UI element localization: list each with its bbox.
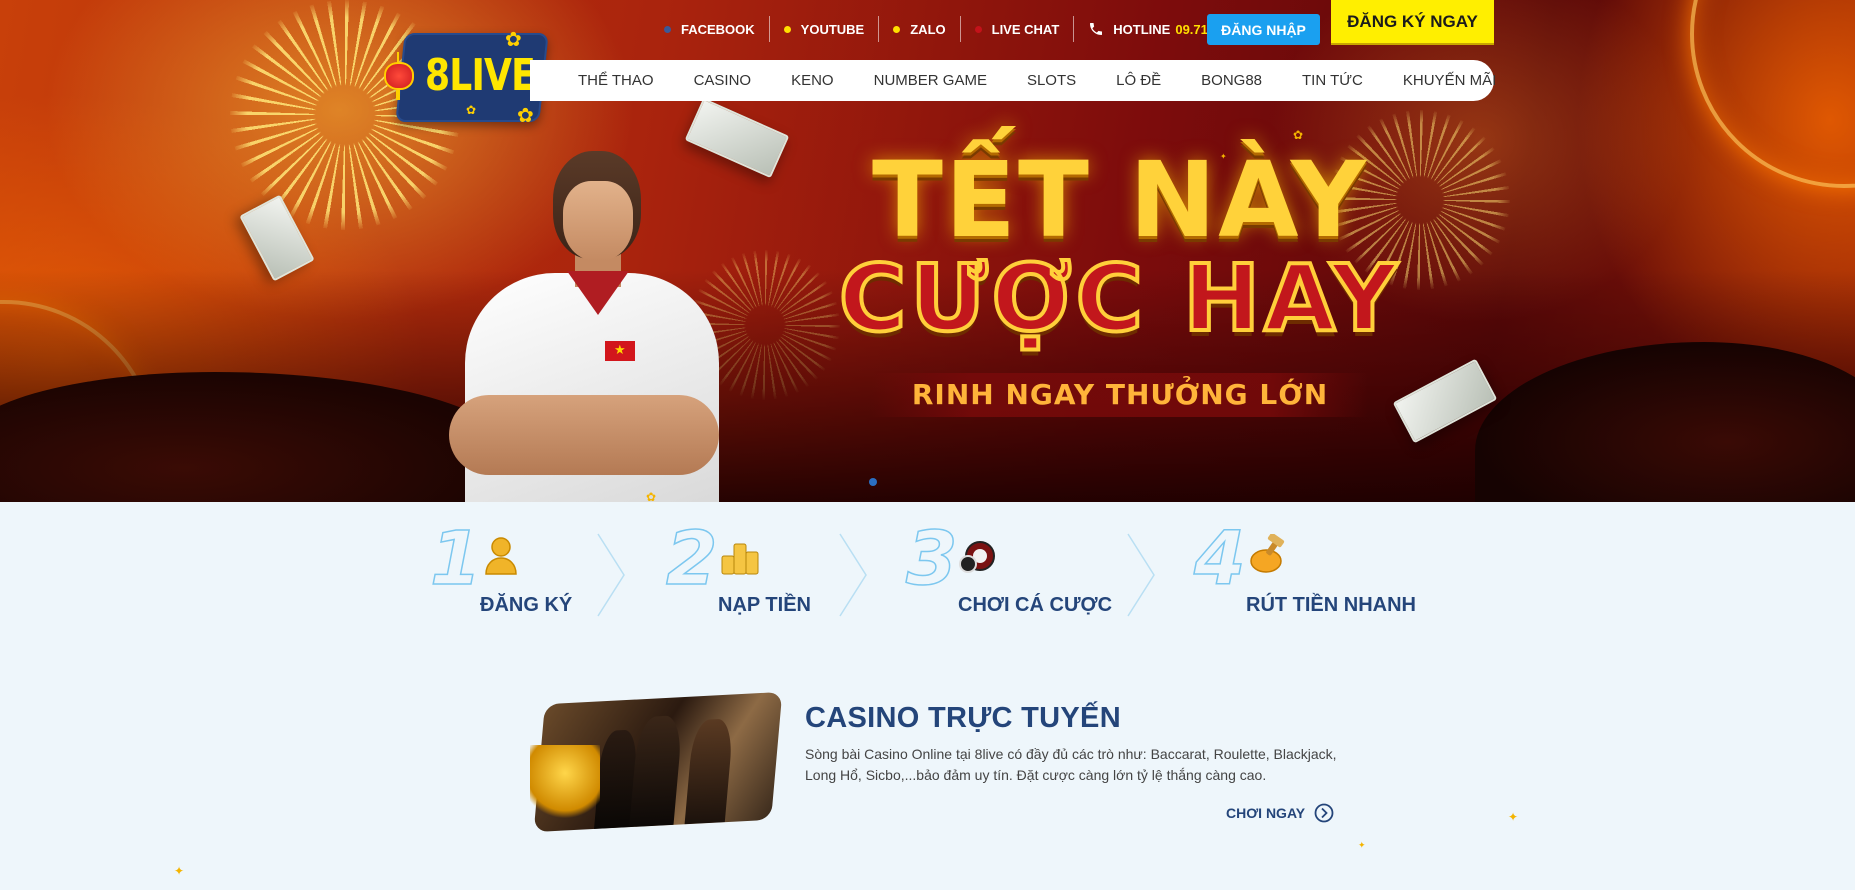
vietnam-flag-icon (605, 341, 635, 361)
lantern-icon (384, 52, 414, 100)
nav-item-tin-tuc[interactable]: TIN TỨC (1302, 72, 1363, 89)
casino-description: Sòng bài Casino Online tại 8live có đầy … (805, 746, 1337, 783)
zalo-dot-icon (893, 25, 901, 33)
facebook-dot-icon (664, 25, 671, 33)
nav-item-khuyen-mai[interactable]: KHUYẾN MÃI (1403, 72, 1496, 89)
chevron-right-icon (1127, 533, 1155, 617)
live-chat-dot-icon (974, 25, 982, 33)
youtube-dot-icon (783, 25, 791, 33)
nav-item-number-game[interactable]: NUMBER GAME (874, 72, 987, 89)
nav-item-slots[interactable]: SLOTS (1027, 72, 1076, 89)
nav-item-keno[interactable]: KENO (791, 72, 834, 89)
user-icon (485, 537, 517, 575)
play-now-link[interactable]: CHƠI NGAY (1226, 803, 1334, 823)
phone-icon (1090, 23, 1103, 35)
nav-item-casino[interactable]: CASINO (694, 72, 752, 89)
live-chat-link[interactable]: LIVE CHAT (959, 16, 1074, 42)
step-label: RÚT TIỀN NHANH (1246, 594, 1416, 616)
zalo-link[interactable]: ZALO (878, 16, 959, 42)
register-button[interactable]: ĐĂNG KÝ NGAY (1331, 0, 1494, 43)
hotline-label: HOTLINE (1113, 21, 1171, 37)
sparkle-decoration: ✿ (1293, 128, 1304, 142)
arrow-right-circle-icon (1314, 803, 1334, 823)
blossom-icon: ✿ (466, 103, 477, 117)
piggy-bank-icon (1250, 534, 1285, 573)
casino-chips-icon (959, 541, 995, 573)
step-withdraw[interactable]: 4 RÚT TIỀN NHANH (1193, 515, 1430, 630)
promo-line-1: TẾT NÀY (871, 139, 1368, 261)
nav-item-the-thao[interactable]: THỂ THAO (578, 72, 654, 89)
step-label: CHƠI CÁ CƯỢC (958, 594, 1113, 616)
slider-dot[interactable] (869, 478, 877, 486)
step-label: NẠP TIỀN (718, 594, 811, 616)
step-register[interactable]: 1 ĐĂNG KÝ (429, 515, 590, 630)
casino-title: CASINO TRỰC TUYẾN (805, 702, 1121, 734)
gold-tree-decoration (530, 745, 600, 825)
fire-ring-decoration (1690, 0, 1855, 188)
logo[interactable]: 8LIVE (425, 50, 536, 101)
nav-item-lo-de[interactable]: LÔ ĐỀ (1116, 72, 1161, 89)
chevron-right-icon (597, 533, 625, 617)
login-button[interactable]: ĐĂNG NHẬP (1207, 14, 1320, 45)
step-label: ĐĂNG KÝ (480, 594, 573, 616)
step-number: 3 (905, 515, 958, 603)
play-now-label: CHƠI NGAY (1226, 805, 1306, 821)
main-nav: THỂ THAO CASINO KENO NUMBER GAME SLOTS L… (530, 60, 1496, 101)
step-number: 2 (665, 515, 718, 603)
sparkle-decoration: ✦ (174, 864, 185, 878)
step-deposit[interactable]: 2 NẠP TIỀN (665, 515, 856, 630)
top-bar: FACEBOOK YOUTUBE ZALO LIVE CHAT HOTLINE … (650, 0, 1269, 58)
player-image (449, 145, 725, 502)
coins-icon (721, 543, 759, 575)
sparkle-decoration: ✦ (1508, 810, 1519, 824)
nav-item-bong88[interactable]: BONG88 (1201, 72, 1262, 89)
promo-subline: RINH NGAY THƯỞNG LỚN (871, 373, 1369, 417)
step-number: 1 (429, 515, 482, 603)
blossom-icon: ✿ (517, 105, 534, 127)
step-play[interactable]: 3 CHƠI CÁ CƯỢC (905, 515, 1146, 630)
steps-section: 1 ĐĂNG KÝ 2 NẠP TIỀN 3 CHƠI CÁ CƯỢC 4 RÚ… (429, 515, 1430, 630)
promo-headline: TẾT NÀY CƯỢC HAY RINH NGAY THƯỞNG LỚN (820, 145, 1420, 417)
step-number: 4 (1193, 515, 1246, 603)
zalo-label: ZALO (910, 21, 946, 37)
youtube-label: YOUTUBE (800, 21, 865, 37)
live-chat-label: LIVE CHAT (991, 21, 1060, 37)
sparkle-decoration: ✦ (1220, 152, 1227, 161)
blossom-icon: ✿ (505, 29, 522, 51)
facebook-label: FACEBOOK (681, 21, 755, 37)
facebook-link[interactable]: FACEBOOK (650, 16, 769, 42)
sparkle-decoration: ✿ (646, 490, 657, 504)
sparkle-decoration: ✦ (1358, 840, 1366, 850)
youtube-link[interactable]: YOUTUBE (768, 16, 879, 42)
chevron-right-icon (839, 533, 867, 617)
promo-line-2: CƯỢC HAY (837, 245, 1402, 352)
